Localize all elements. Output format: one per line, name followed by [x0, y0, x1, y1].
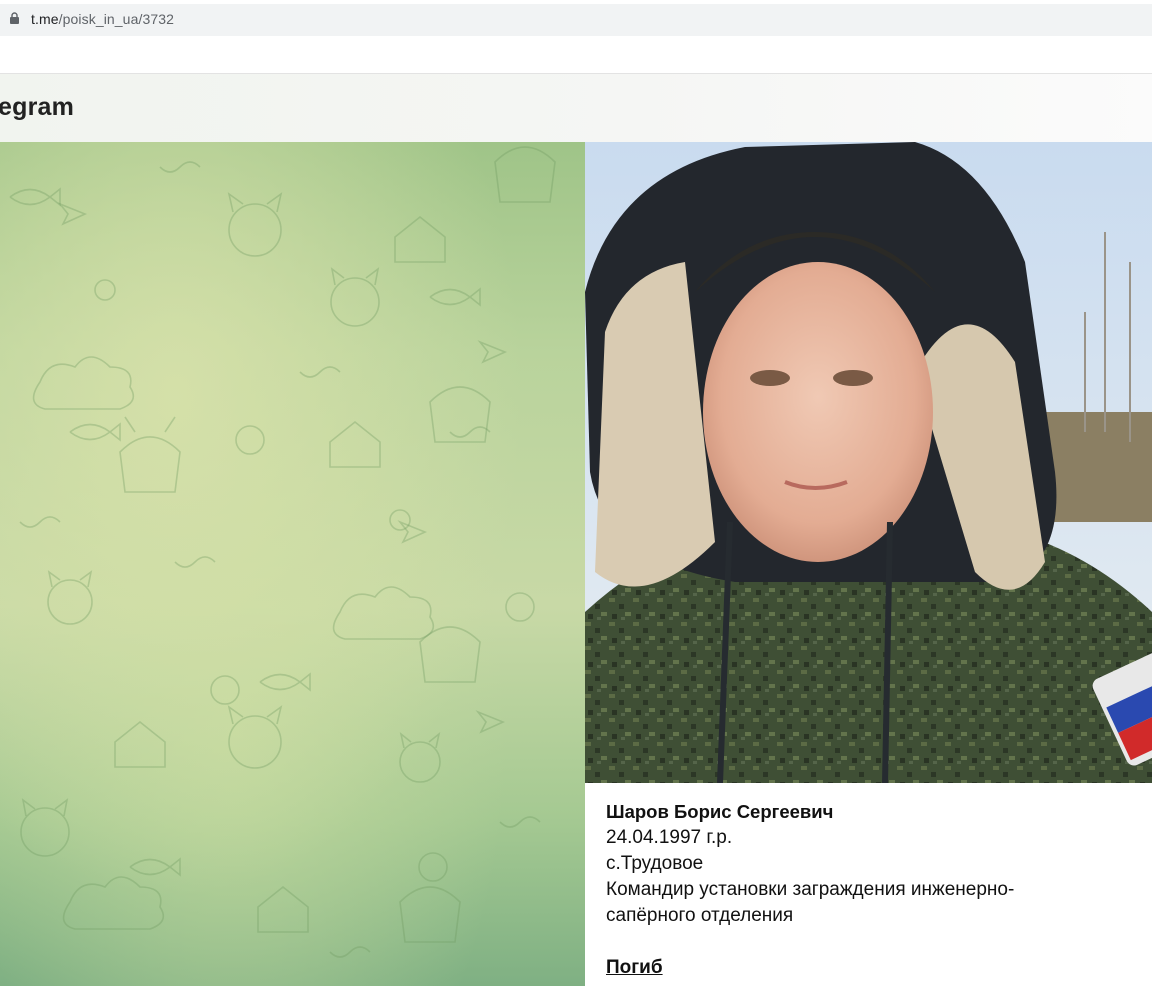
telegram-header: [0, 74, 1152, 142]
status-link[interactable]: Погиб: [606, 957, 663, 978]
pattern-dogs: [119, 146, 556, 943]
message-photo[interactable]: [585, 142, 1152, 783]
role-line-1: Командир установки заграждения инженерно…: [606, 879, 1015, 900]
chat-background: [0, 142, 585, 986]
lock-icon[interactable]: [10, 12, 19, 24]
browser-toolbar: t.me/poisk_in_ua/3732: [0, 0, 1152, 40]
village-name: с.Трудовое: [606, 853, 704, 874]
photo-image: [585, 142, 1152, 783]
message-caption: Шаров Борис Сергеевич 24.04.1997 г.р. с.…: [606, 799, 1146, 981]
url-path: /poisk_in_ua/3732: [58, 11, 174, 27]
telegram-logo-text[interactable]: egram: [0, 93, 74, 122]
pattern-planes: [57, 202, 508, 734]
pattern-houses: [114, 215, 446, 933]
pattern-clouds: [32, 356, 435, 930]
url-domain: t.me: [31, 11, 59, 27]
address-text[interactable]: t.me/poisk_in_ua/3732: [31, 11, 174, 27]
pattern-cat-faces: [20, 192, 441, 857]
pattern-squiggles: [19, 161, 541, 958]
pattern-fish: [9, 187, 481, 877]
pattern-balls: [94, 279, 535, 882]
role-line-2: сапёрного отделения: [606, 905, 794, 926]
birth-date: 24.04.1997 г.р.: [606, 827, 733, 848]
doodle-pattern: [9, 146, 556, 958]
person-name: Шаров Борис Сергеевич: [606, 801, 834, 822]
